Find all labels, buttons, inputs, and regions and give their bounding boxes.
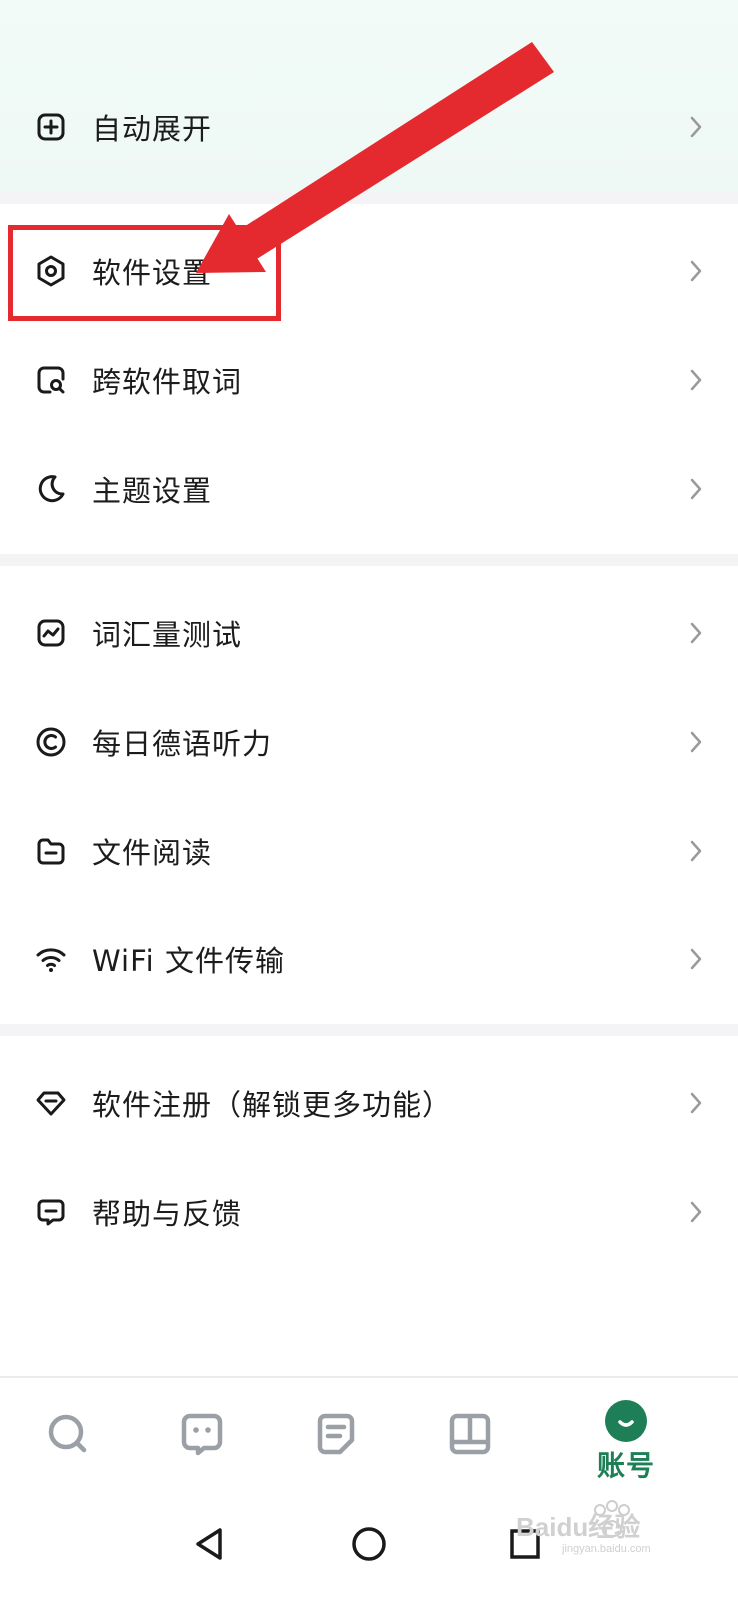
book-icon xyxy=(448,1412,492,1456)
chevron-right-icon xyxy=(688,114,704,140)
tab-chat[interactable] xyxy=(142,1378,262,1496)
menu-label: 词汇量测试 xyxy=(92,618,243,652)
listening-circle-icon xyxy=(34,725,68,759)
chart-square-icon xyxy=(34,616,68,650)
chevron-right-icon xyxy=(688,367,704,393)
chevron-right-icon xyxy=(688,838,704,864)
wifi-icon xyxy=(34,942,68,976)
avatar-icon xyxy=(605,1400,647,1442)
diamond-icon xyxy=(34,1086,68,1120)
menu-item-cross-app-lookup[interactable]: 跨软件取词 xyxy=(0,330,738,430)
chevron-right-icon xyxy=(688,620,704,646)
menu-item-help-feedback[interactable]: 帮助与反馈 xyxy=(0,1162,738,1262)
menu-label: 自动展开 xyxy=(92,112,213,146)
feedback-message-icon xyxy=(34,1195,68,1229)
chevron-right-icon xyxy=(688,946,704,972)
tab-account[interactable]: 账号 xyxy=(566,1378,686,1496)
menu-item-software-settings[interactable]: 软件设置 xyxy=(0,221,738,321)
home-circle-icon xyxy=(352,1527,386,1561)
recents-square-icon xyxy=(510,1529,540,1559)
menu-label: 主题设置 xyxy=(92,474,213,508)
chat-icon xyxy=(180,1412,224,1456)
menu-label: WiFi 文件传输 xyxy=(92,944,285,978)
moon-icon xyxy=(34,472,68,506)
menu-item-auto-expand[interactable]: 自动展开 xyxy=(0,77,738,177)
tab-book[interactable] xyxy=(410,1378,530,1496)
settings-hexagon-icon xyxy=(34,254,68,288)
folder-icon xyxy=(34,834,68,868)
menu-item-software-register[interactable]: 软件注册（解锁更多功能） xyxy=(0,1053,738,1153)
menu-label: 跨软件取词 xyxy=(92,365,243,399)
system-navigation-bar xyxy=(0,1494,738,1600)
menu-item-wifi-transfer[interactable]: WiFi 文件传输 xyxy=(0,909,738,1009)
bottom-tab-bar: 账号 xyxy=(0,1376,738,1496)
menu-label: 每日德语听力 xyxy=(92,727,273,761)
chevron-right-icon xyxy=(688,476,704,502)
section-divider xyxy=(0,192,738,204)
back-button[interactable] xyxy=(190,1524,230,1564)
menu-label: 软件设置 xyxy=(92,256,213,290)
menu-item-daily-listening[interactable]: 每日德语听力 xyxy=(0,692,738,792)
chevron-right-icon xyxy=(688,729,704,755)
menu-label: 帮助与反馈 xyxy=(92,1197,243,1231)
chevron-right-icon xyxy=(688,258,704,284)
chevron-right-icon xyxy=(688,1090,704,1116)
menu-label: 文件阅读 xyxy=(92,836,213,870)
page: 自动展开 软件设置 跨软件取词 主题设置 词汇量测试 每日德语听力 文件阅读 W… xyxy=(0,0,738,1600)
search-square-icon xyxy=(34,363,68,397)
tab-search[interactable] xyxy=(8,1378,128,1496)
menu-item-vocab-test[interactable]: 词汇量测试 xyxy=(0,583,738,683)
plus-square-icon xyxy=(34,110,68,144)
search-icon xyxy=(46,1412,90,1456)
home-button[interactable] xyxy=(349,1524,389,1564)
back-triangle-icon xyxy=(196,1528,222,1560)
menu-item-theme-settings[interactable]: 主题设置 xyxy=(0,439,738,539)
section-divider xyxy=(0,1024,738,1036)
tab-notes[interactable] xyxy=(276,1378,396,1496)
menu-label: 软件注册（解锁更多功能） xyxy=(92,1088,453,1122)
section-divider xyxy=(0,554,738,566)
menu-item-file-reading[interactable]: 文件阅读 xyxy=(0,801,738,901)
recents-button[interactable] xyxy=(505,1524,545,1564)
notes-icon xyxy=(314,1412,358,1456)
chevron-right-icon xyxy=(688,1199,704,1225)
tab-account-label: 账号 xyxy=(596,1449,655,1482)
